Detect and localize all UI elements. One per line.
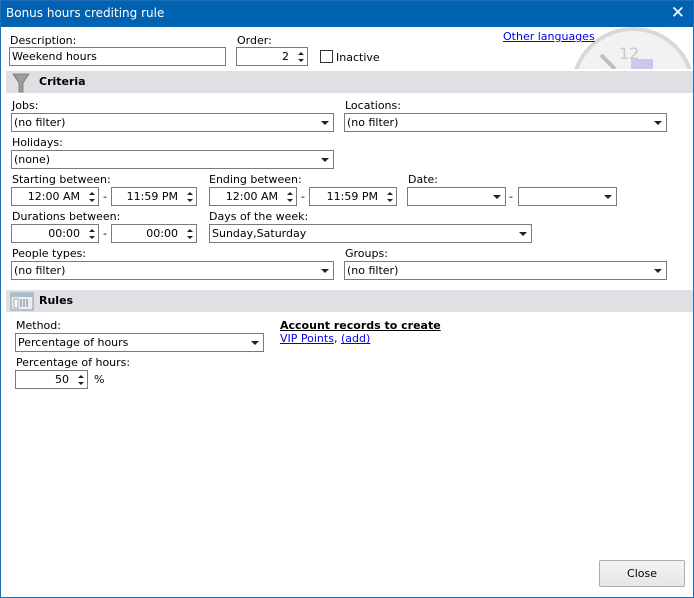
chevron-down-icon xyxy=(251,341,259,345)
ending-from-value: 12:00 AM xyxy=(225,190,278,203)
method-dropdown[interactable]: Percentage of hours xyxy=(15,333,264,352)
spin-down-icon[interactable] xyxy=(89,199,95,202)
starting-from-value: 12:00 AM xyxy=(27,190,80,203)
days-of-week-dropdown[interactable]: Sunday,Saturday xyxy=(209,224,532,243)
spin-up-icon[interactable] xyxy=(89,192,95,195)
range-separator: - xyxy=(301,190,305,203)
chevron-down-icon xyxy=(519,232,527,236)
rules-section-header: Rules xyxy=(6,290,693,312)
spin-down-icon[interactable] xyxy=(287,199,293,202)
spin-down-icon[interactable] xyxy=(187,236,193,239)
starting-between-label: Starting between: xyxy=(12,173,111,186)
range-separator: - xyxy=(509,190,513,203)
spin-up-icon[interactable] xyxy=(78,375,84,378)
jobs-value: (no filter) xyxy=(14,116,66,129)
range-separator: - xyxy=(103,190,107,203)
locations-dropdown[interactable]: (no filter) xyxy=(344,113,667,132)
chevron-down-icon xyxy=(321,158,329,162)
order-value: 2 xyxy=(282,50,289,63)
spin-up-icon[interactable] xyxy=(298,52,304,55)
jobs-dropdown[interactable]: (no filter) xyxy=(11,113,334,132)
ending-to-spinner[interactable]: 11:59 PM xyxy=(309,187,397,206)
chevron-down-icon xyxy=(604,195,612,199)
other-languages-link[interactable]: Other languages xyxy=(503,30,595,43)
method-label: Method: xyxy=(16,319,61,332)
spin-up-icon[interactable] xyxy=(187,229,193,232)
groups-value: (no filter) xyxy=(347,264,399,277)
spin-up-icon[interactable] xyxy=(287,192,293,195)
order-label: Order: xyxy=(237,34,272,47)
spin-down-icon[interactable] xyxy=(78,382,84,385)
duration-to-spinner[interactable]: 00:00 xyxy=(111,224,197,243)
chevron-down-icon xyxy=(654,269,662,273)
spin-up-icon[interactable] xyxy=(89,229,95,232)
chevron-down-icon xyxy=(321,121,329,125)
order-spinner[interactable]: 2 xyxy=(236,47,308,66)
spin-down-icon[interactable] xyxy=(89,236,95,239)
groups-label: Groups: xyxy=(345,247,388,260)
percentage-value: 50 xyxy=(55,373,69,386)
chevron-down-icon xyxy=(321,269,329,273)
range-separator: - xyxy=(103,227,107,240)
holidays-value: (none) xyxy=(14,153,51,166)
close-icon[interactable]: ✕ xyxy=(671,3,685,23)
spin-up-icon[interactable] xyxy=(187,192,193,195)
rules-icon xyxy=(10,291,34,314)
people-types-label: People types: xyxy=(12,247,87,260)
holidays-label: Holidays: xyxy=(12,136,63,149)
rules-title: Rules xyxy=(39,294,74,307)
jobs-label: Jobs: xyxy=(12,99,39,112)
spin-down-icon[interactable] xyxy=(387,199,393,202)
days-of-week-value: Sunday,Saturday xyxy=(212,227,307,240)
holidays-dropdown[interactable]: (none) xyxy=(11,150,334,169)
criteria-title: Criteria xyxy=(39,75,86,88)
duration-to-value: 00:00 xyxy=(146,227,178,240)
title-bar: Bonus hours crediting rule ✕ xyxy=(1,1,693,27)
add-account-record-link[interactable]: (add) xyxy=(341,332,370,345)
spin-up-icon[interactable] xyxy=(387,192,393,195)
dialog-window: Bonus hours crediting rule ✕ 12 Descript… xyxy=(0,0,694,598)
spin-down-icon[interactable] xyxy=(298,59,304,62)
method-value: Percentage of hours xyxy=(18,336,129,349)
locations-value: (no filter) xyxy=(347,116,399,129)
close-button[interactable]: Close xyxy=(599,560,685,587)
date-label: Date: xyxy=(408,173,438,186)
funnel-icon xyxy=(12,72,30,97)
locations-label: Locations: xyxy=(345,99,401,112)
percentage-spinner[interactable]: 50 xyxy=(15,370,88,389)
ending-from-spinner[interactable]: 12:00 AM xyxy=(209,187,297,206)
date-to-picker[interactable] xyxy=(518,187,617,206)
vip-points-link[interactable]: VIP Points xyxy=(280,332,334,345)
inactive-label: Inactive xyxy=(336,51,380,64)
people-types-value: (no filter) xyxy=(14,264,66,277)
account-records-list: VIP Points, (add) xyxy=(280,332,370,345)
starting-to-spinner[interactable]: 11:59 PM xyxy=(111,187,197,206)
starting-from-spinner[interactable]: 12:00 AM xyxy=(11,187,99,206)
criteria-section-header: Criteria xyxy=(6,71,693,93)
description-input[interactable]: Weekend hours xyxy=(9,47,226,66)
people-types-dropdown[interactable]: (no filter) xyxy=(11,261,334,280)
account-separator: , xyxy=(333,332,338,345)
spin-down-icon[interactable] xyxy=(187,199,193,202)
ending-between-label: Ending between: xyxy=(209,173,302,186)
account-records-title: Account records to create xyxy=(280,319,441,332)
percentage-label: Percentage of hours: xyxy=(16,356,131,369)
groups-dropdown[interactable]: (no filter) xyxy=(344,261,667,280)
window-title: Bonus hours crediting rule xyxy=(6,6,165,20)
days-of-week-label: Days of the week: xyxy=(209,210,309,223)
duration-from-spinner[interactable]: 00:00 xyxy=(11,224,99,243)
ending-to-value: 11:59 PM xyxy=(326,190,378,203)
date-from-picker[interactable] xyxy=(407,187,506,206)
durations-label: Durations between: xyxy=(12,210,121,223)
starting-to-value: 11:59 PM xyxy=(126,190,178,203)
duration-from-value: 00:00 xyxy=(48,227,80,240)
description-label: Description: xyxy=(10,34,77,47)
chevron-down-icon xyxy=(654,121,662,125)
chevron-down-icon xyxy=(493,195,501,199)
inactive-checkbox[interactable] xyxy=(320,50,333,63)
percent-sign: % xyxy=(94,373,105,386)
